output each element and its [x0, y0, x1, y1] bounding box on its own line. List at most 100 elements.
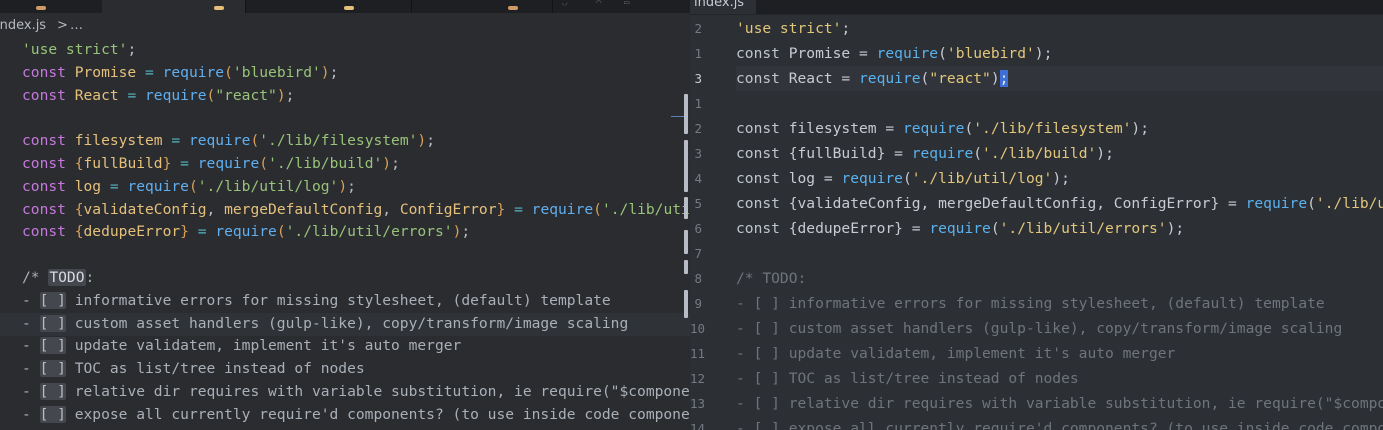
code-token: ;: [127, 41, 137, 58]
code-token: (: [593, 200, 602, 218]
checkbox-highlight: [ ]: [39, 314, 66, 332]
code-token: './lib/filesystem': [259, 132, 418, 150]
code-token: 'use strict': [22, 41, 128, 58]
code-token: );: [1096, 145, 1114, 162]
checkbox-highlight: [ ]: [39, 405, 66, 423]
code-token: ): [320, 63, 330, 81]
code-token: ConfigError: [399, 200, 497, 218]
code-token: /* TODO:: [736, 270, 807, 287]
code-token: fullBuild: [83, 155, 163, 172]
code-token: require: [911, 145, 974, 162]
code-line[interactable]: - [ ] expose all currently require'd com…: [22, 403, 690, 426]
code-line[interactable]: - [ ] TOC as list/tree instead of nodes: [736, 366, 1079, 391]
right-editor-pane[interactable]: index.js 2 1 3 1 2 3 4 5 6 7 8 9 10 11 12 13 14 'use str…: [690, 0, 1383, 430]
code-token: dedupeError: [83, 223, 181, 241]
code-token: =: [188, 223, 216, 241]
line-number: 6: [694, 221, 702, 236]
line-number: 8: [694, 271, 702, 286]
line-number: 4: [694, 171, 702, 186]
code-token: './lib/util/log': [197, 177, 339, 195]
editor-divider[interactable]: [671, 14, 690, 430]
code-line[interactable]: - [ ] update validatem, implement it's a…: [736, 341, 1175, 366]
code-line[interactable]: /* TODO:: [22, 266, 94, 289]
code-token: (: [938, 45, 947, 62]
code-line[interactable]: 'use strict';: [22, 38, 136, 61]
code-token: informative errors for missing styleshee…: [65, 291, 611, 309]
code-line[interactable]: /* TODO:: [736, 266, 806, 291]
code-token: const: [736, 70, 789, 87]
breadcrumb-symbol[interactable]: …: [70, 16, 83, 36]
code-line[interactable]: const filesystem = require('./lib/filesy…: [736, 116, 1149, 141]
modified-dot-icon: [36, 6, 46, 10]
code-token: (: [1307, 195, 1316, 212]
code-token: {: [74, 223, 84, 241]
split-editor-icon[interactable]: ▭: [624, 0, 629, 8]
code-token: './lib/util/errors': [1315, 195, 1383, 212]
code-token: './lib/util/errors': [285, 223, 453, 241]
code-line[interactable]: const {validateConfig, mergeDefaultConfi…: [736, 191, 1383, 216]
code-line[interactable]: const {dedupeError} = require('./lib/uti…: [736, 216, 1184, 241]
code-line[interactable]: - [ ] custom asset handlers (gulp-like),…: [22, 312, 628, 335]
code-token: const: [22, 223, 75, 241]
change-marker: [684, 290, 688, 318]
code-token: require: [197, 155, 260, 172]
breadcrumb-file[interactable]: index.js: [0, 16, 46, 36]
open-changes-icon[interactable]: ◡: [562, 0, 567, 8]
code-line[interactable]: - [ ] relative dir requires with variabl…: [22, 380, 690, 403]
code-line[interactable]: - [ ] relative dir requires with variabl…: [736, 391, 1383, 416]
code-token: log =: [788, 170, 842, 187]
code-token: expose all currently require'd component…: [65, 405, 690, 423]
code-token: require: [531, 200, 594, 218]
modified-dot-icon: [344, 6, 354, 10]
code-line[interactable]: const Promise = require('bluebird');: [736, 41, 1052, 66]
code-line[interactable]: const React = require("react");: [22, 84, 294, 107]
code-line[interactable]: - [ ] informative errors for missing sty…: [736, 291, 1325, 316]
code-line[interactable]: const log = require('./lib/util/log');: [736, 166, 1070, 191]
code-token: './lib/filesystem': [973, 120, 1132, 137]
checkbox-highlight: [ ]: [39, 337, 66, 355]
code-line[interactable]: const {validateConfig, mergeDefaultConfi…: [22, 198, 690, 221]
change-marker: [684, 140, 688, 192]
code-line[interactable]: const React = require("react");: [736, 66, 1009, 91]
code-token: require: [859, 70, 921, 87]
toggle-whitespace-icon[interactable]: ⌒: [596, 0, 601, 8]
code-line[interactable]: const filesystem = require('./lib/filesy…: [22, 129, 435, 152]
checkbox-highlight: [ ]: [39, 291, 66, 309]
code-line[interactable]: const log = require('./lib/util/log');: [22, 175, 356, 198]
code-token: (: [902, 170, 912, 187]
checkbox-highlight: [ ]: [39, 383, 66, 400]
code-line[interactable]: - [ ] informative errors for missing sty…: [22, 289, 611, 312]
code-token: React: [74, 86, 119, 104]
code-token: ): [417, 132, 427, 150]
code-token: - [ ] TOC as list/tree instead of nodes: [736, 370, 1079, 387]
code-line[interactable]: 'use strict';: [736, 16, 850, 41]
code-token: =: [171, 155, 198, 172]
editor-tab[interactable]: [0, 0, 103, 13]
code-token: - [ ] custom asset handlers (gulp-like),…: [736, 320, 1343, 337]
tab-index-js[interactable]: index.js: [690, 0, 757, 14]
code-token: {fullBuild} =: [788, 145, 912, 162]
code-line[interactable]: const {fullBuild} = require('./lib/build…: [22, 152, 400, 175]
code-line[interactable]: - [ ] update validatem, implement it's a…: [22, 334, 461, 357]
code-token: ,: [382, 200, 400, 218]
modified-dot-icon: [508, 6, 518, 10]
code-token: './lib/build': [982, 145, 1097, 162]
code-line[interactable]: - [ ] expose all currently require'd com…: [736, 416, 1383, 430]
left-editor-pane[interactable]: ◡ ⌒ ▭ index.js > … 'use strict'; const Pr…: [0, 0, 690, 430]
editor-tab-active[interactable]: [102, 0, 246, 13]
code-token: -: [22, 360, 40, 378]
code-line[interactable]: - [ ] custom asset handlers (gulp-like),…: [736, 316, 1342, 341]
editor-tab[interactable]: [246, 0, 412, 13]
code-token: {: [74, 200, 84, 218]
code-line[interactable]: const {fullBuild} = require('./lib/build…: [736, 141, 1114, 166]
code-token: require: [841, 170, 903, 187]
code-line[interactable]: const {dedupeError} = require('./lib/uti…: [22, 220, 470, 243]
code-line[interactable]: const Promise = require('bluebird');: [22, 61, 338, 84]
code-token: - [ ] expose all currently require'd com…: [736, 420, 1383, 430]
code-token: - [ ] update validatem, implement it's a…: [736, 345, 1176, 362]
code-line[interactable]: - [ ] TOC as list/tree instead of nodes: [22, 357, 365, 380]
code-token: './lib/build': [268, 155, 383, 172]
code-token: update validatem, implement it's auto me…: [65, 337, 462, 355]
editor-tab[interactable]: [412, 0, 553, 13]
code-token: -: [22, 291, 40, 309]
